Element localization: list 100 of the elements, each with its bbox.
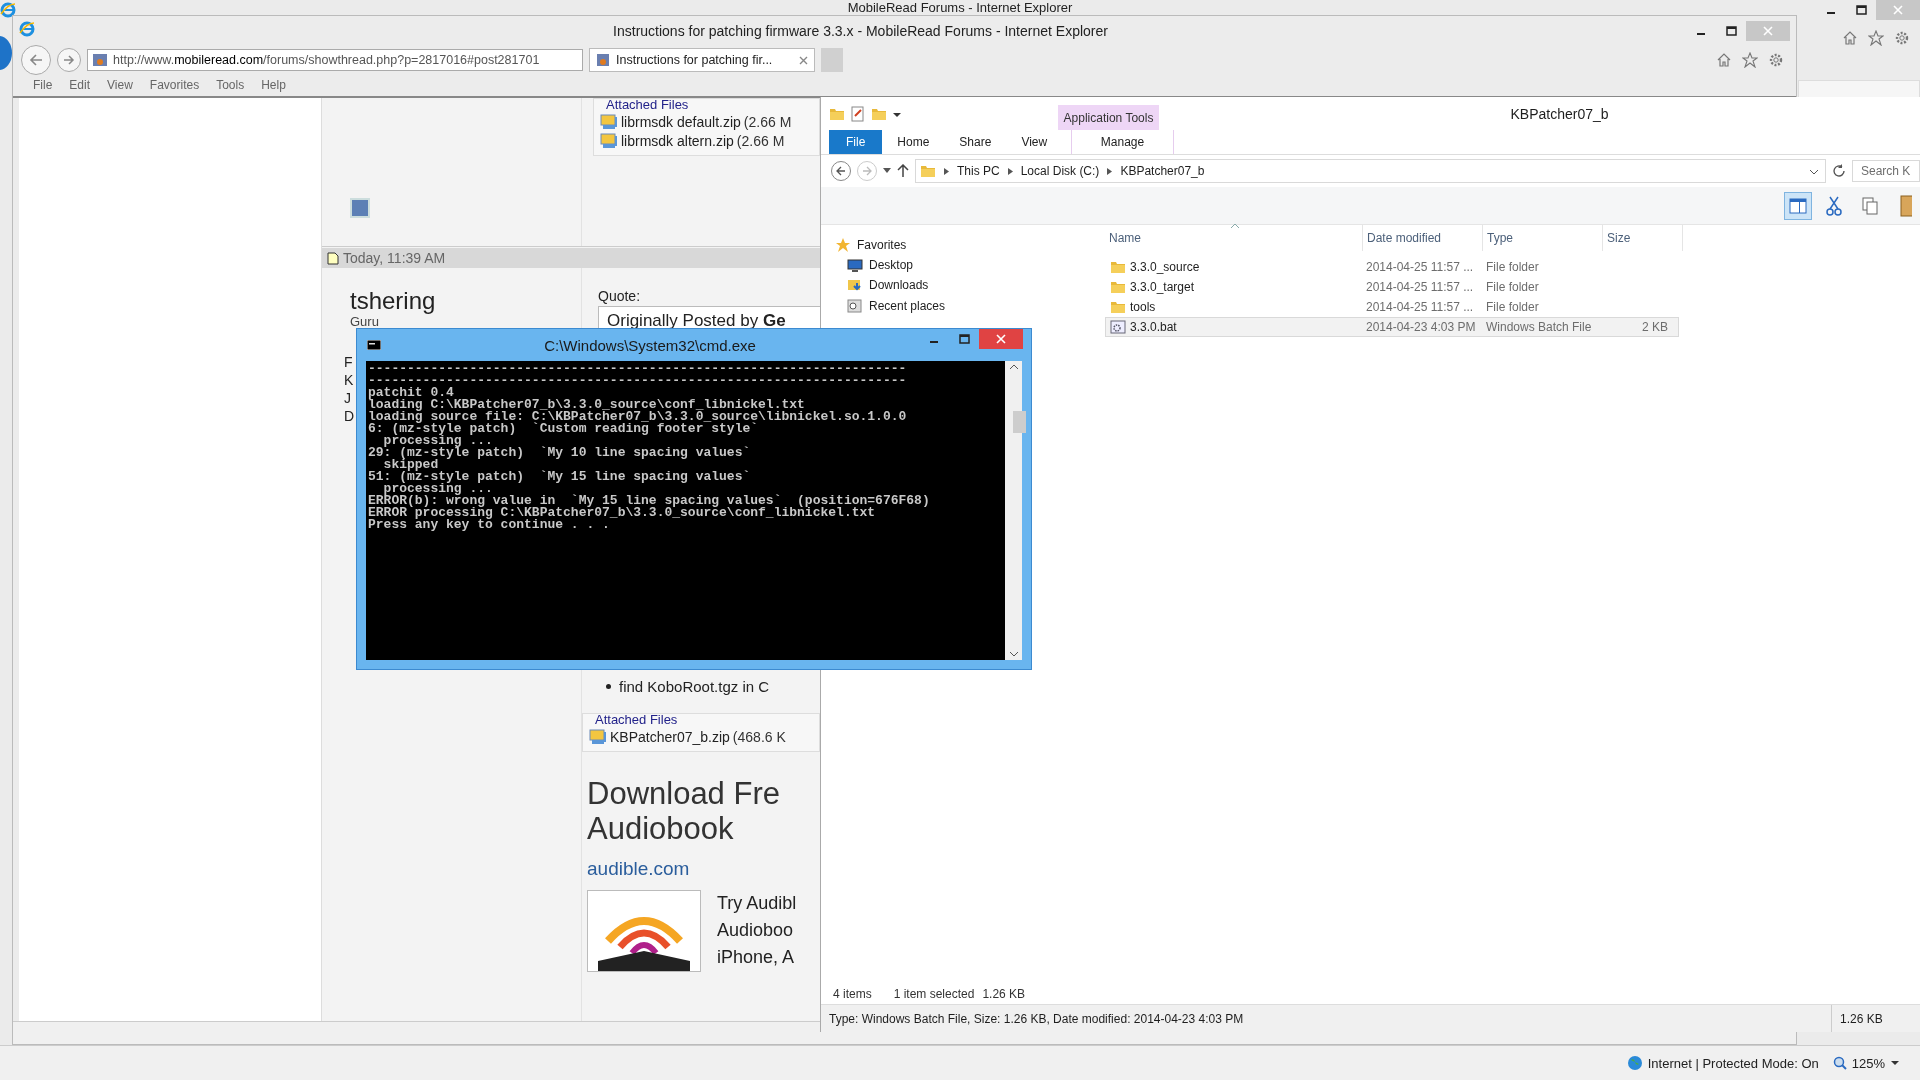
- close-icon[interactable]: [799, 55, 808, 65]
- ribbon-tab[interactable]: File: [829, 130, 883, 154]
- up-arrow-icon[interactable]: [897, 164, 909, 178]
- breadcrumb-item[interactable]: KBPatcher07_b: [1120, 164, 1205, 178]
- ribbon-tab[interactable]: View: [1006, 130, 1063, 154]
- file-row[interactable]: 3.3.0_target 2014-04-25 11:57 ... File folder: [1105, 277, 1679, 297]
- recent-locations-icon[interactable]: [883, 168, 891, 174]
- settings-icon[interactable]: [1894, 30, 1910, 46]
- attachment-link[interactable]: librmsdk altern.zip: [621, 132, 734, 149]
- folder-icon: [1110, 260, 1126, 274]
- folder-icon: [829, 106, 845, 121]
- maximize-icon[interactable]: [1855, 5, 1867, 15]
- window-title: MobileRead Forums - Internet Explorer: [847, 0, 1073, 15]
- close-button[interactable]: [979, 329, 1023, 349]
- scrollbar-thumb[interactable]: [1013, 411, 1026, 433]
- username-link[interactable]: tshering: [350, 288, 581, 314]
- batch-file-icon: [1110, 320, 1126, 334]
- chevron-icon: [1107, 167, 1113, 175]
- home-icon[interactable]: [1842, 30, 1858, 46]
- column-header[interactable]: Date modified: [1363, 225, 1483, 251]
- column-header[interactable]: Type: [1483, 225, 1603, 251]
- details-text: Type: Windows Batch File, Size: 1.26 KB, Date modified: 2014-04-23 4:03 PM: [829, 1011, 1244, 1026]
- menu-item[interactable]: Help: [261, 78, 286, 92]
- clipboard-icon: [1900, 193, 1912, 218]
- zoom-button[interactable]: 125%: [1832, 1055, 1900, 1071]
- column-header[interactable]: Size: [1603, 225, 1683, 251]
- attachment-link[interactable]: librmsdk default.zip: [621, 113, 741, 130]
- ribbon-tab[interactable]: Share: [944, 130, 1007, 154]
- column-header[interactable]: Name: [1105, 225, 1363, 251]
- preview-pane-button[interactable]: [1784, 191, 1812, 220]
- breadcrumb-item[interactable]: Local Disk (C:): [1020, 164, 1100, 178]
- forward-button[interactable]: [57, 48, 81, 72]
- file-name: 3.3.0_target: [1130, 280, 1195, 294]
- ad-text: Audioboo: [717, 919, 795, 942]
- nav-item[interactable]: Downloads: [847, 277, 1089, 293]
- menu-item[interactable]: Tools: [216, 78, 245, 92]
- file-row[interactable]: 3.3.0.bat 2014-04-23 4:03 PM Windows Batch File 2 KB: [1105, 317, 1679, 337]
- globe-icon: [1626, 1055, 1643, 1071]
- nav-item[interactable]: Desktop: [847, 258, 1089, 272]
- ribbon-tab[interactable]: Manage: [1071, 130, 1174, 154]
- site-icon: [596, 53, 610, 67]
- maximize-icon[interactable]: [958, 334, 970, 344]
- favorites-star-icon[interactable]: [1742, 52, 1758, 68]
- ad-text: iPhone, A: [717, 946, 796, 969]
- nav-item[interactable]: Favorites: [835, 237, 1089, 253]
- date-cell-text: 2014-04-25 11:57 ...: [1365, 260, 1475, 274]
- details-size: 1.26 KB: [1831, 1005, 1920, 1032]
- attachment-link[interactable]: KBPatcher07_b.zip: [610, 728, 730, 745]
- settings-icon[interactable]: [1768, 52, 1784, 68]
- post-text: F: [344, 353, 353, 371]
- file-name: 3.3.0_source: [1130, 260, 1200, 274]
- ad-link[interactable]: audible.com: [587, 858, 820, 880]
- favorites-star-icon[interactable]: [1868, 30, 1884, 46]
- quote-label: Quote:: [598, 288, 642, 304]
- menu-item[interactable]: View: [107, 78, 133, 92]
- user-rank: Guru: [350, 314, 380, 329]
- address-bar[interactable]: http://www.mobileread.com/forums/showthread.php?p=2817016#post281701: [87, 49, 583, 71]
- search-field[interactable]: Search K: [1852, 160, 1920, 182]
- breadcrumb-item[interactable]: This PC: [957, 164, 1000, 178]
- window-title: KBPatcher07_b: [1509, 104, 1610, 124]
- date-cell-text: 2014-04-25 11:57 ...: [1365, 300, 1475, 314]
- file-row[interactable]: 3.3.0_source 2014-04-25 11:57 ... File folder: [1105, 257, 1679, 277]
- nav-item[interactable]: Recent places: [847, 298, 1089, 314]
- menu-item[interactable]: Edit: [69, 78, 91, 92]
- file-row[interactable]: tools 2014-04-25 11:57 ... File folder: [1105, 297, 1679, 317]
- properties-icon[interactable]: [851, 105, 865, 122]
- chevron-icon: [1007, 167, 1013, 175]
- browser-tab[interactable]: Instructions for patching fir...: [589, 48, 815, 72]
- bullet-text: find KoboRoot.tgz in C: [619, 678, 770, 695]
- console-icon: [367, 340, 381, 350]
- menu-item[interactable]: File: [33, 78, 53, 92]
- folder-icon: [1110, 300, 1126, 314]
- file-size: (2.66 M: [736, 132, 785, 149]
- folder-icon: [871, 106, 887, 121]
- zip-file-icon: [589, 728, 607, 745]
- desktop-icon: [847, 258, 863, 272]
- home-icon[interactable]: [1716, 52, 1732, 68]
- ad-text: Try Audibl: [717, 892, 797, 915]
- post-text: K: [344, 371, 354, 389]
- dropdown-icon[interactable]: [1809, 169, 1819, 175]
- menu-item[interactable]: Favorites: [149, 78, 200, 92]
- ad-heading: Download Fre: [587, 776, 781, 811]
- folder-icon: [1110, 280, 1126, 294]
- refresh-icon[interactable]: [1832, 164, 1846, 178]
- scrollbar[interactable]: [1005, 361, 1022, 660]
- back-arrow-icon: [28, 53, 44, 67]
- recent-places-icon: [847, 298, 863, 314]
- attachments-title: Attached Files: [606, 99, 690, 111]
- maximize-icon[interactable]: [1725, 26, 1737, 36]
- selection-count: 1 item selected: [893, 987, 975, 1001]
- type-cell-text: File folder: [1485, 300, 1540, 314]
- star-icon: [835, 237, 851, 253]
- type-cell-text: File folder: [1485, 280, 1540, 294]
- size-cell-text: 2 KB: [1641, 320, 1669, 334]
- ribbon-tab[interactable]: Home: [882, 130, 945, 154]
- attachments-title: Attached Files: [595, 714, 679, 726]
- status-square-icon: [350, 198, 370, 218]
- site-icon: [92, 53, 108, 67]
- selection-size: 1.26 KB: [982, 987, 1026, 1001]
- browser-logo-icon: [0, 2, 16, 18]
